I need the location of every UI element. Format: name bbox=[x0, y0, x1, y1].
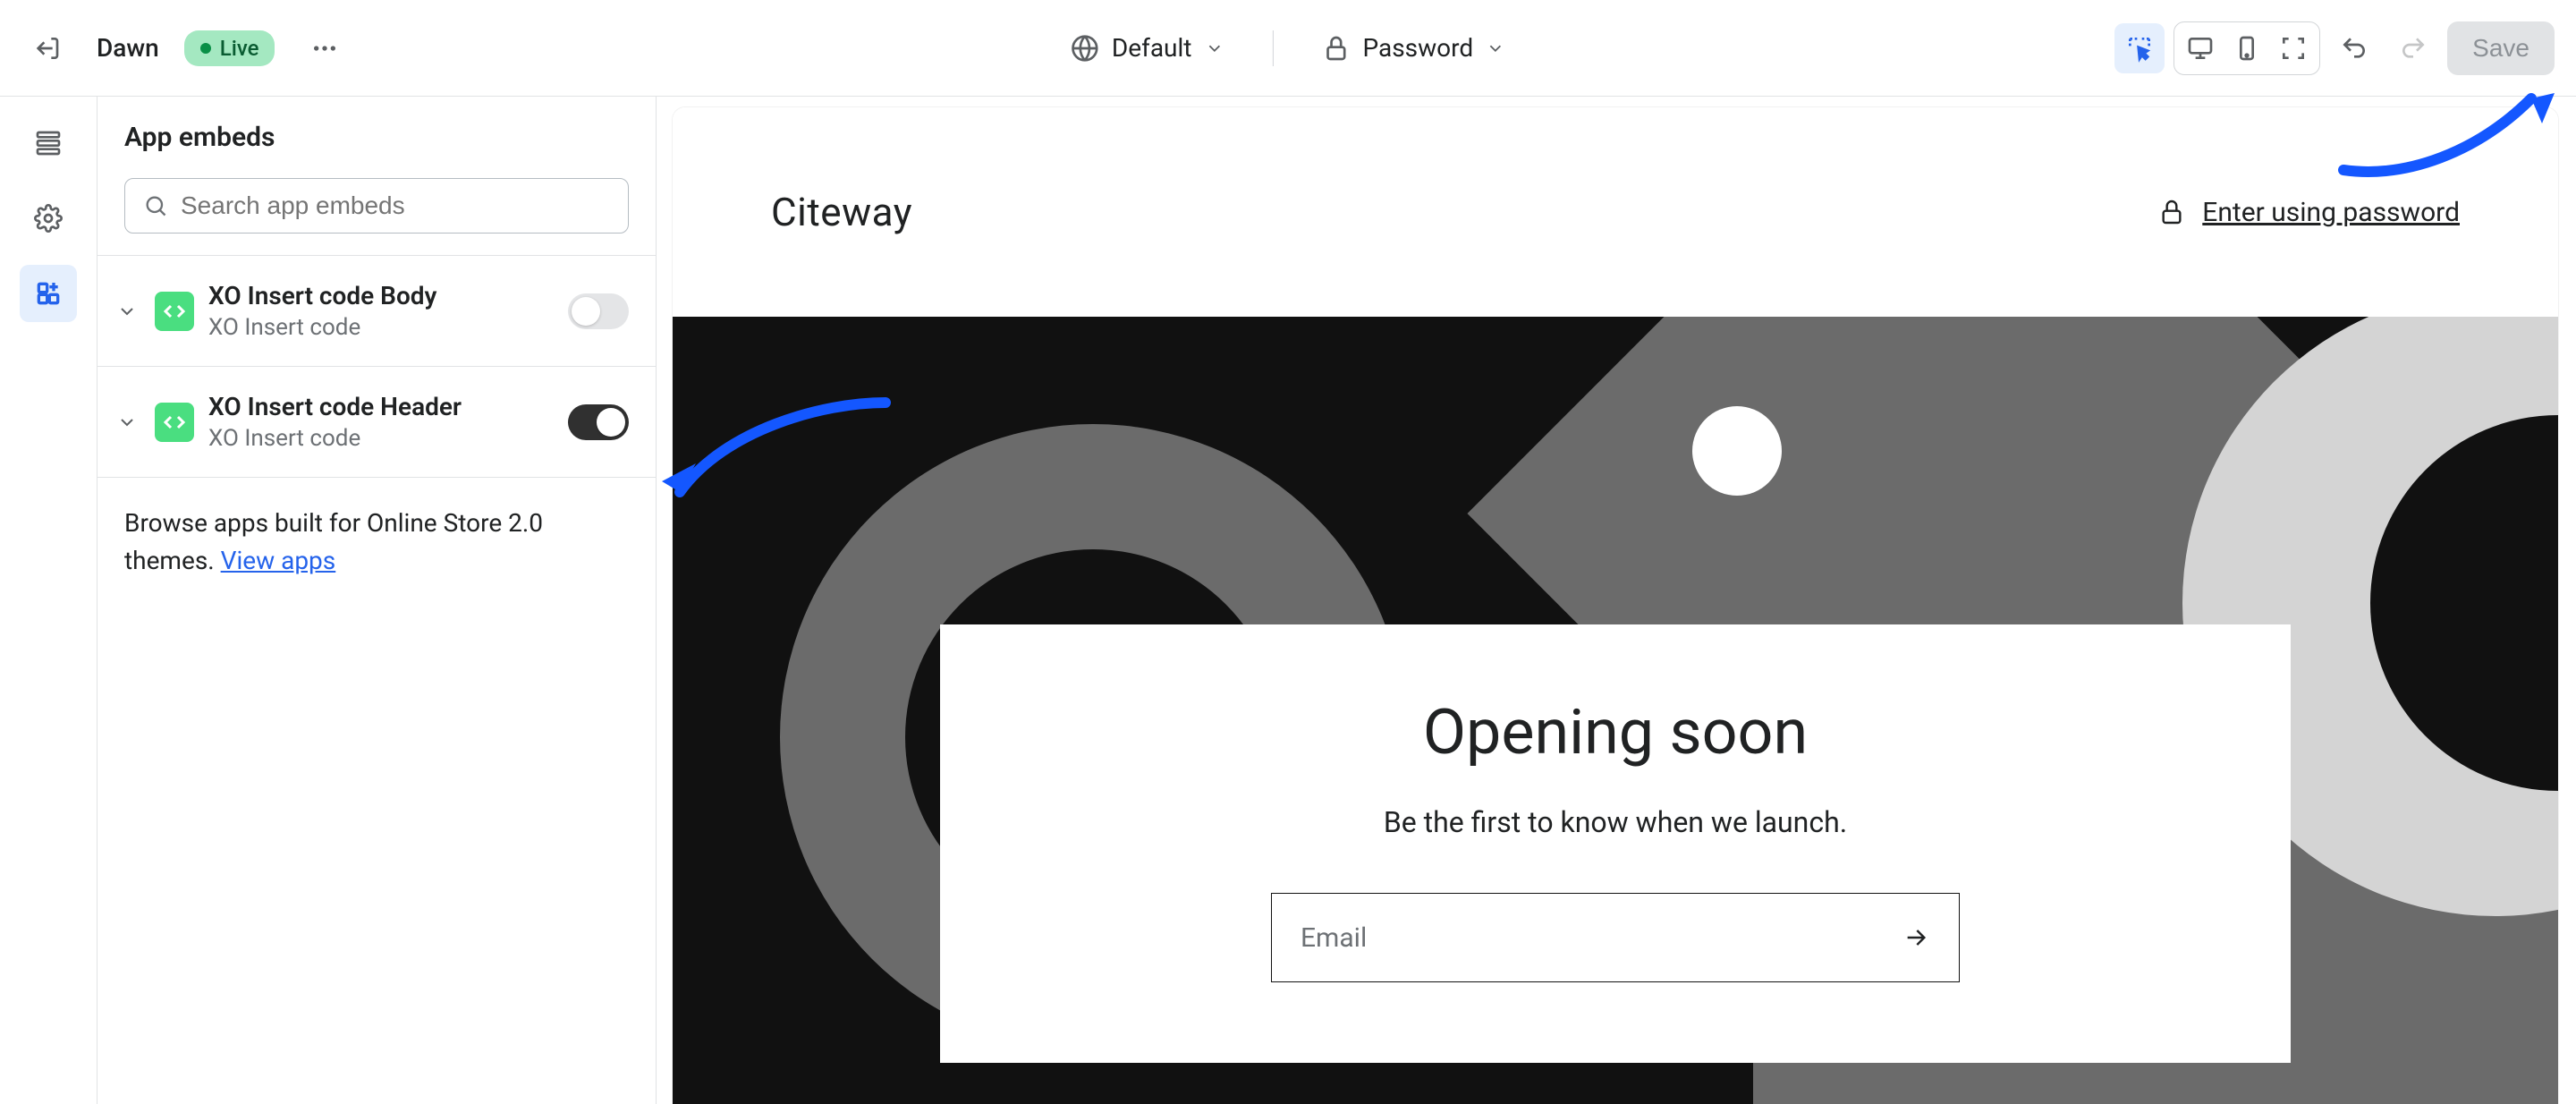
theme-name: Dawn bbox=[97, 33, 159, 63]
sidebar-footer: Browse apps built for Online Store 2.0 t… bbox=[97, 478, 656, 607]
undo-button[interactable] bbox=[2329, 23, 2379, 73]
lock-icon bbox=[1321, 34, 1350, 63]
language-dropdown[interactable]: Default bbox=[1058, 24, 1237, 72]
topbar-right: Save bbox=[2114, 21, 2555, 75]
hero-card: Opening soon Be the first to know when w… bbox=[940, 624, 2291, 1063]
expand-toggle[interactable] bbox=[114, 301, 140, 322]
chevron-down-icon bbox=[1204, 38, 1224, 58]
fullscreen-button[interactable] bbox=[2271, 26, 2316, 71]
embed-text: XO Insert code Body XO Insert code bbox=[208, 281, 554, 341]
preview: Citeway Enter using password Opening soo… bbox=[673, 107, 2558, 1104]
embed-toggle[interactable] bbox=[568, 293, 629, 329]
chevron-down-icon bbox=[116, 301, 138, 322]
embed-item-body: XO Insert code Body XO Insert code bbox=[97, 256, 656, 367]
divider bbox=[1272, 30, 1273, 66]
password-link[interactable]: Enter using password bbox=[2157, 197, 2460, 228]
sidebar-title: App embeds bbox=[97, 97, 656, 178]
lock-icon bbox=[2157, 198, 2186, 226]
inspector-icon bbox=[2125, 34, 2154, 63]
embed-subtitle: XO Insert code bbox=[208, 314, 554, 341]
app-icon bbox=[155, 403, 194, 442]
embed-item-header: XO Insert code Header XO Insert code bbox=[97, 367, 656, 478]
sections-icon bbox=[34, 129, 63, 157]
topbar: Dawn Live Default Password bbox=[0, 0, 2576, 97]
redo-button[interactable] bbox=[2388, 23, 2438, 73]
gear-icon bbox=[34, 204, 63, 233]
code-icon bbox=[164, 301, 185, 322]
globe-icon bbox=[1071, 34, 1099, 63]
live-badge: Live bbox=[184, 30, 275, 66]
embed-text: XO Insert code Header XO Insert code bbox=[208, 392, 554, 452]
email-input[interactable]: Email bbox=[1271, 893, 1960, 982]
apps-icon bbox=[34, 279, 63, 308]
exit-icon bbox=[32, 34, 61, 63]
embed-title: XO Insert code Body bbox=[208, 281, 554, 310]
undo-icon bbox=[2340, 34, 2368, 63]
email-label: Email bbox=[1301, 922, 1902, 954]
decor-shape bbox=[1692, 406, 1782, 496]
settings-tab[interactable] bbox=[20, 190, 77, 247]
hero-subtitle: Be the first to know when we launch. bbox=[994, 805, 2237, 839]
mobile-button[interactable] bbox=[2224, 26, 2269, 71]
redo-icon bbox=[2399, 34, 2428, 63]
store-brand: Citeway bbox=[771, 189, 912, 235]
desktop-icon bbox=[2186, 34, 2215, 63]
embed-subtitle: XO Insert code bbox=[208, 425, 554, 452]
sidebar: App embeds XO Insert code Body XO Insert… bbox=[97, 97, 657, 1104]
desktop-button[interactable] bbox=[2178, 26, 2223, 71]
mobile-icon bbox=[2233, 34, 2261, 63]
sections-tab[interactable] bbox=[20, 115, 77, 172]
search-field[interactable] bbox=[181, 191, 610, 220]
hero-title: Opening soon bbox=[994, 696, 2237, 769]
search-icon bbox=[143, 193, 168, 218]
arrow-right-icon bbox=[1902, 923, 1930, 952]
search-wrap bbox=[97, 178, 656, 256]
template-dropdown[interactable]: Password bbox=[1309, 24, 1518, 72]
view-apps-link[interactable]: View apps bbox=[221, 546, 336, 575]
save-button[interactable]: Save bbox=[2447, 21, 2555, 75]
chevron-down-icon bbox=[116, 412, 138, 433]
embed-title: XO Insert code Header bbox=[208, 392, 554, 421]
chevron-down-icon bbox=[1486, 38, 1505, 58]
topbar-center: Default Password bbox=[1058, 24, 1518, 72]
exit-button[interactable] bbox=[21, 23, 72, 73]
search-input[interactable] bbox=[124, 178, 629, 234]
inspector-button[interactable] bbox=[2114, 23, 2165, 73]
more-button[interactable] bbox=[300, 23, 350, 73]
embed-toggle[interactable] bbox=[568, 404, 629, 440]
more-icon bbox=[310, 34, 339, 63]
app-icon bbox=[155, 292, 194, 331]
device-group bbox=[2174, 21, 2320, 75]
fullscreen-icon bbox=[2279, 34, 2308, 63]
expand-toggle[interactable] bbox=[114, 412, 140, 433]
preview-hero: Opening soon Be the first to know when w… bbox=[673, 317, 2558, 1104]
apps-tab[interactable] bbox=[20, 265, 77, 322]
code-icon bbox=[164, 412, 185, 433]
leftrail bbox=[0, 97, 97, 1104]
preview-header: Citeway Enter using password bbox=[673, 107, 2558, 317]
topbar-left: Dawn Live bbox=[21, 23, 350, 73]
